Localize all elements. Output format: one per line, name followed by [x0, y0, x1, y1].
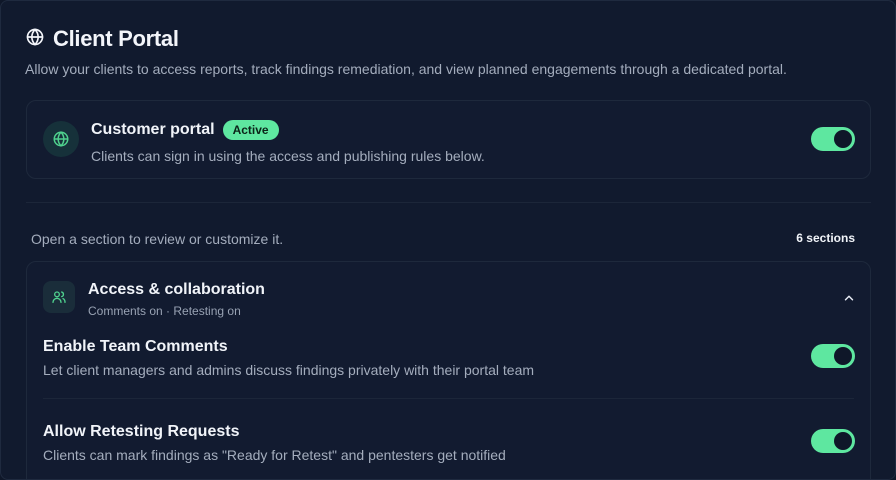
status-badge: Active: [222, 120, 279, 140]
globe-icon: [43, 121, 79, 157]
setting-title: Allow Retesting Requests: [43, 423, 240, 440]
section-summary: Comments on · Retesting on: [88, 304, 241, 318]
setting-retesting-requests: Allow Retesting Requests Clients can mar…: [43, 423, 854, 463]
portal-title-row: Customer portal Active: [91, 120, 485, 140]
portal-title: Customer portal: [91, 121, 215, 138]
customer-portal-toggle[interactable]: [811, 127, 855, 151]
retesting-requests-toggle[interactable]: [811, 429, 855, 453]
page-header: Client Portal Allow your clients to acce…: [25, 25, 871, 77]
globe-icon: [25, 27, 45, 52]
title-row: Client Portal: [25, 25, 871, 53]
setting-divider: [43, 398, 854, 399]
page-title: Client Portal: [53, 26, 179, 51]
sections-hint: Open a section to review or customize it…: [31, 231, 284, 247]
toggle-knob: [834, 432, 852, 450]
section-header-text[interactable]: Access & collaboration Comments on · Ret…: [88, 281, 265, 318]
toggle-knob: [834, 347, 852, 365]
team-comments-toggle[interactable]: [811, 344, 855, 368]
access-collaboration-section: Access & collaboration Comments on · Ret…: [26, 261, 871, 479]
section-title: Access & collaboration: [88, 281, 265, 298]
sections-count: 6 sections: [796, 231, 855, 245]
client-portal-panel: Client Portal Allow your clients to acce…: [0, 0, 896, 480]
section-divider: [26, 202, 871, 203]
setting-description: Clients can mark findings as "Ready for …: [43, 447, 506, 463]
users-icon: [43, 281, 75, 313]
toggle-knob: [834, 130, 852, 148]
page-subtitle: Allow your clients to access reports, tr…: [25, 61, 787, 77]
customer-portal-card: Customer portal Active Clients can sign …: [26, 100, 871, 179]
setting-description: Let client managers and admins discuss f…: [43, 362, 535, 378]
setting-team-comments: Enable Team Comments Let client managers…: [43, 338, 854, 378]
setting-title: Enable Team Comments: [43, 338, 228, 355]
portal-description: Clients can sign in using the access and…: [91, 148, 485, 164]
portal-text: Customer portal Active Clients can sign …: [91, 120, 485, 164]
chevron-up-icon[interactable]: [842, 291, 856, 305]
